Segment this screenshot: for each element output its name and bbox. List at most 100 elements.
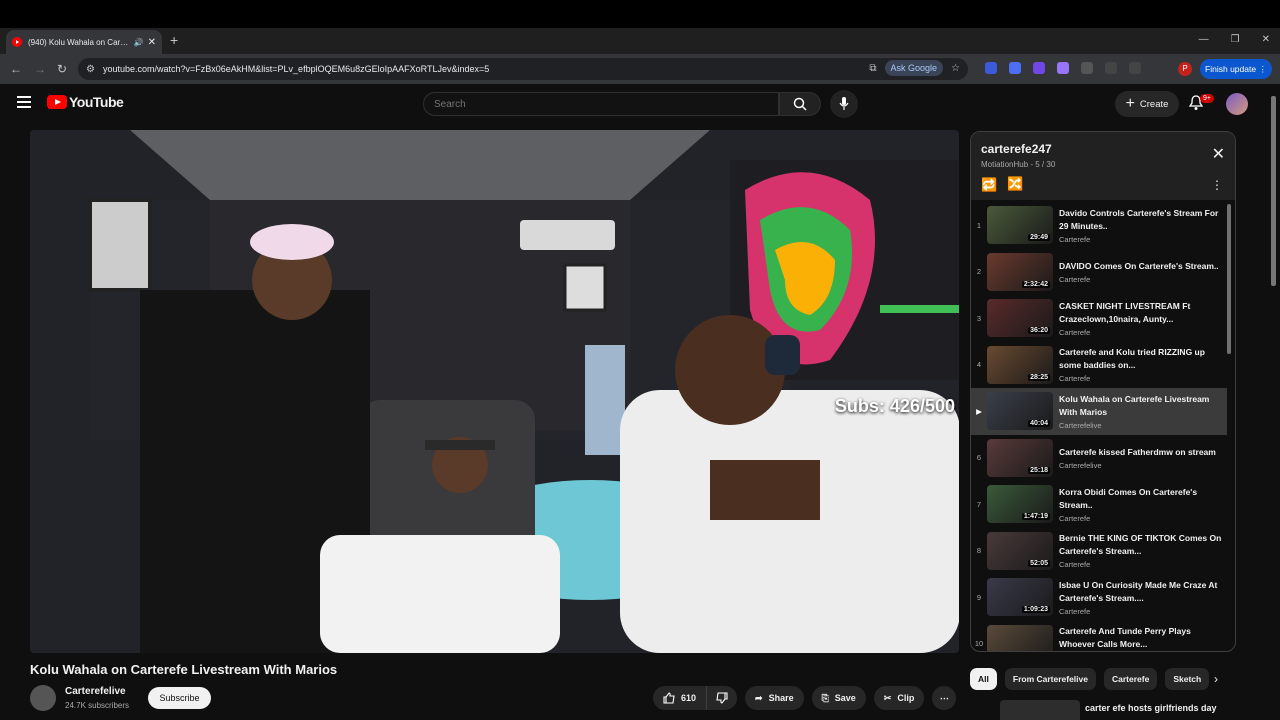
playlist-item-title[interactable]: Davido Controls Carterefe's Stream For 2… <box>1059 207 1227 233</box>
page-scrollbar[interactable] <box>1271 96 1276 286</box>
playlist-item-channel[interactable]: Carterefe <box>1059 328 1227 337</box>
minimize-icon[interactable]: — <box>1199 34 1209 45</box>
like-button[interactable]: 610 <box>653 686 708 710</box>
back-icon[interactable]: ← <box>10 62 22 76</box>
video-thumbnail[interactable]: 44:51 <box>987 624 1053 651</box>
share-button[interactable]: ➦ Share <box>745 686 804 710</box>
playlist-item[interactable]: 4 28:25 Carterefe and Kolu tried RIZZING u… <box>971 342 1227 389</box>
translate-icon[interactable] <box>1009 62 1021 74</box>
create-button[interactable]: + Create <box>1115 91 1179 117</box>
playlist-item-title[interactable]: CASKET NIGHT LIVESTREAM Ft Crazeclown,10… <box>1059 300 1227 326</box>
playlist-item[interactable]: 3 36:20 CASKET NIGHT LIVESTREAM Ft Crazecl… <box>971 295 1227 342</box>
media-icon[interactable] <box>1105 62 1117 74</box>
video-thumbnail[interactable]: 1:47:19 <box>987 485 1053 524</box>
clip-button[interactable]: ✂ Clip <box>873 686 925 710</box>
filter-chip[interactable]: Carterefe <box>1104 668 1158 690</box>
video-thumbnail[interactable]: 25:18 <box>987 438 1053 477</box>
dislike-button[interactable] <box>707 686 738 710</box>
search-input[interactable] <box>423 92 779 116</box>
channel-name[interactable]: Carterefelive <box>65 686 126 697</box>
playlist-item-channel[interactable]: Carterefe <box>1059 560 1227 569</box>
filter-chip[interactable]: Sketch <box>1165 668 1210 690</box>
playlist-item-channel[interactable]: Carterefe <box>1059 235 1227 244</box>
extension-icon[interactable] <box>1033 62 1045 74</box>
browser-tab[interactable]: (940) Kolu Wahala on Carterefe Livestrea… <box>6 30 162 54</box>
playlist-scrollbar[interactable] <box>1227 204 1231 354</box>
video-thumbnail[interactable]: 52:05 <box>987 531 1053 570</box>
playlist-item-title[interactable]: Bernie THE KING OF TIKTOK Comes On Carte… <box>1059 532 1227 558</box>
playlist-title[interactable]: carterefe247 <box>981 142 1052 156</box>
more-actions-button[interactable]: ⋯ <box>932 686 957 710</box>
video-thumbnail[interactable]: 28:25 <box>987 345 1053 384</box>
puzzle-icon[interactable] <box>1081 62 1093 74</box>
close-window-icon[interactable]: ✕ <box>1262 34 1270 45</box>
playlist-item[interactable]: 1044:51Carterefe And Tunde Perry Plays W… <box>971 621 1227 651</box>
finish-update-button[interactable]: Finish update ⋮ <box>1200 59 1272 79</box>
install-icon[interactable]: ⧉ <box>869 63 876 74</box>
playlist-item[interactable]: ▶ 40:04 Kolu Wahala on Carterefe Livestrea… <box>971 388 1227 435</box>
video-thumbnail[interactable]: 2:32:42 <box>987 252 1053 291</box>
tab-title: (940) Kolu Wahala on Carterefe Livestrea… <box>28 37 130 47</box>
forward-icon[interactable]: → <box>34 62 46 76</box>
playlist-item-channel[interactable]: Carterefe <box>1059 275 1227 284</box>
playlist-item-title[interactable]: Korra Obidi Comes On Carterefe's Stream.… <box>1059 486 1227 512</box>
playlist-item-channel[interactable]: Carterefe <box>1059 607 1227 616</box>
filter-chip[interactable]: From Carterefelive <box>1004 668 1096 690</box>
video-thumbnail[interactable]: 29:49 <box>987 206 1053 245</box>
playlist-item[interactable]: 1 29:49 Davido Controls Carterefe's Stream… <box>971 202 1227 249</box>
playlist-item-title[interactable]: Isbae U On Curiosity Made Me Craze At Ca… <box>1059 579 1227 605</box>
voice-search-button[interactable] <box>830 90 858 118</box>
video-player[interactable]: Subs: 426/500 <box>30 130 959 653</box>
subscribe-button[interactable]: Subscribe <box>148 687 211 709</box>
thumbs-down-icon <box>716 692 728 704</box>
playlist-item[interactable]: 9 1:09:23 Isbae U On Curiosity Made Me Cra… <box>971 574 1227 621</box>
shuffle-icon[interactable]: 🔀 <box>1007 176 1023 192</box>
video-duration: 25:18 <box>1028 466 1050 474</box>
extension-icon[interactable] <box>985 62 997 74</box>
channel-avatar[interactable] <box>30 685 56 711</box>
search-button[interactable] <box>779 92 821 116</box>
reading-list-icon[interactable] <box>1129 62 1141 74</box>
playlist-item[interactable]: 2 2:32:42 DAVIDO Comes On Carterefe's Stre… <box>971 249 1227 296</box>
filter-chip[interactable]: All <box>970 668 997 690</box>
playlist-item-title[interactable]: Kolu Wahala on Carterefe Livestream With… <box>1059 393 1227 419</box>
playlist-item-title[interactable]: DAVIDO Comes On Carterefe's Stream.. <box>1059 260 1227 273</box>
extension-icon[interactable] <box>1057 62 1069 74</box>
reload-icon[interactable]: ↻ <box>57 62 67 76</box>
playlist-item-title[interactable]: Carterefe and Kolu tried RIZZING up some… <box>1059 346 1227 372</box>
playlist-item-channel[interactable]: Carterefelive <box>1059 461 1227 470</box>
close-icon[interactable]: ✕ <box>1212 144 1225 164</box>
playlist-item-channel[interactable]: Carterefe <box>1059 374 1227 383</box>
url-field[interactable]: ⚙ youtube.com/watch?v=FzBx06eAkHM&list=P… <box>78 58 968 80</box>
next-video-thumbnail[interactable] <box>1000 700 1080 720</box>
loop-icon[interactable]: 🔁 <box>981 177 997 193</box>
hamburger-menu-icon[interactable] <box>17 96 31 108</box>
close-tab-icon[interactable]: ✕ <box>148 37 156 48</box>
ask-google-button[interactable]: Ask Google <box>884 60 944 76</box>
playlist-menu-icon[interactable]: ⋮ <box>1211 178 1223 192</box>
next-video-title[interactable]: carter efe hosts girlfriends day <box>1085 703 1217 713</box>
speaker-icon[interactable]: 🔊 <box>134 38 144 47</box>
playlist-item[interactable]: 8 52:05 Bernie THE KING OF TIKTOK Comes On… <box>971 528 1227 575</box>
playlist-item-title[interactable]: Carterefe And Tunde Perry Plays Whoever … <box>1059 625 1227 651</box>
maximize-icon[interactable]: ❐ <box>1231 34 1240 45</box>
playlist-item[interactable]: 7 1:47:19 Korra Obidi Comes On Carterefe's… <box>971 481 1227 528</box>
video-thumbnail[interactable]: 36:20 <box>987 299 1053 338</box>
url-text: youtube.com/watch?v=FzBx06eAkHM&list=PLv… <box>102 64 490 74</box>
site-info-icon[interactable]: ⚙ <box>86 64 95 75</box>
profile-avatar[interactable]: P <box>1178 62 1192 76</box>
share-label: Share <box>768 693 794 703</box>
youtube-logo[interactable]: YouTube <box>47 94 124 110</box>
playlist-item-channel[interactable]: Carterefe <box>1059 514 1227 523</box>
playlist-item-title[interactable]: Carterefe kissed Fatherdmw on stream <box>1059 446 1227 459</box>
video-thumbnail[interactable]: 40:04 <box>987 392 1053 431</box>
account-avatar[interactable] <box>1226 93 1248 115</box>
bookmark-star-icon[interactable]: ☆ <box>951 63 960 74</box>
playlist-item-channel[interactable]: Carterefelive <box>1059 421 1227 430</box>
playlist-subtitle: MotiationHub - 5 / 30 <box>981 160 1056 169</box>
chevron-right-icon[interactable]: › <box>1214 672 1218 686</box>
playlist-item[interactable]: 6 25:18 Carterefe kissed Fatherdmw on stre… <box>971 435 1227 482</box>
save-button[interactable]: ⎘ Save <box>811 686 866 710</box>
new-tab-icon[interactable]: + <box>170 32 178 48</box>
video-thumbnail[interactable]: 1:09:23 <box>987 578 1053 617</box>
